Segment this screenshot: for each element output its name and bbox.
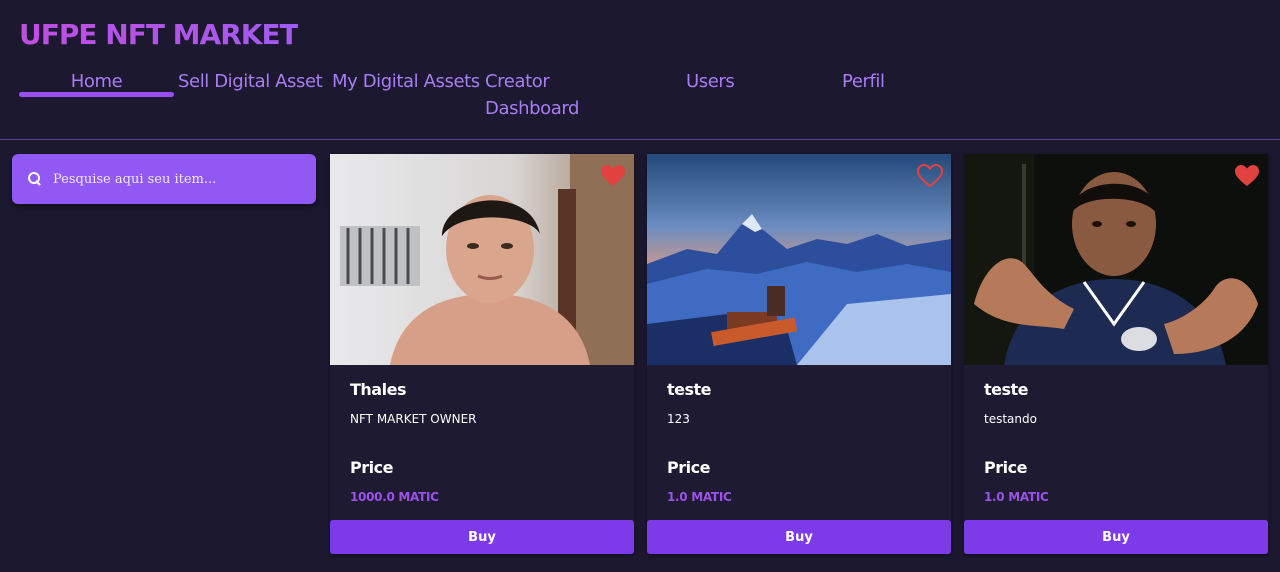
nft-description: 123: [667, 412, 690, 426]
nft-card: Thales NFT MARKET OWNER Price 1000.0 MAT…: [330, 154, 634, 554]
nav-perfil[interactable]: Perfil: [842, 68, 885, 95]
buy-button[interactable]: Buy: [964, 520, 1268, 554]
nft-image[interactable]: [647, 154, 951, 365]
price-label: Price: [667, 458, 710, 477]
search-icon: [28, 172, 42, 186]
nft-price: 1000.0 MATIC: [350, 490, 439, 504]
heart-icon[interactable]: [600, 164, 626, 188]
buy-button[interactable]: Buy: [647, 520, 951, 554]
top-header: UFPE NFT MARKET Home Sell Digital Asset …: [0, 0, 1280, 140]
nft-description: NFT MARKET OWNER: [350, 412, 477, 426]
search-input[interactable]: [53, 171, 293, 187]
nft-price: 1.0 MATIC: [984, 490, 1049, 504]
nft-description: testando: [984, 412, 1037, 426]
nft-card: teste testando Price 1.0 MATIC Buy: [964, 154, 1268, 554]
nav-sell-digital-asset[interactable]: Sell Digital Asset: [178, 68, 323, 95]
price-label: Price: [350, 458, 393, 477]
nft-name: teste: [667, 380, 712, 399]
brand-title[interactable]: UFPE NFT MARKET: [19, 18, 299, 51]
nft-image[interactable]: [330, 154, 634, 365]
nav-my-digital-assets[interactable]: My Digital Assets: [332, 68, 480, 95]
heart-outline-icon[interactable]: [917, 164, 943, 188]
nav-users[interactable]: Users: [686, 68, 735, 95]
nav-creator-dashboard[interactable]: Creator Dashboard: [485, 68, 605, 122]
nav-active-indicator: [19, 92, 174, 97]
buy-button[interactable]: Buy: [330, 520, 634, 554]
heart-icon[interactable]: [1234, 164, 1260, 188]
nav-home[interactable]: Home: [19, 68, 174, 95]
price-label: Price: [984, 458, 1027, 477]
nft-card: teste 123 Price 1.0 MATIC Buy: [647, 154, 951, 554]
nft-name: Thales: [350, 380, 406, 399]
search-box[interactable]: [12, 154, 316, 204]
nft-image[interactable]: [964, 154, 1268, 365]
nft-price: 1.0 MATIC: [667, 490, 732, 504]
nft-name: teste: [984, 380, 1029, 399]
